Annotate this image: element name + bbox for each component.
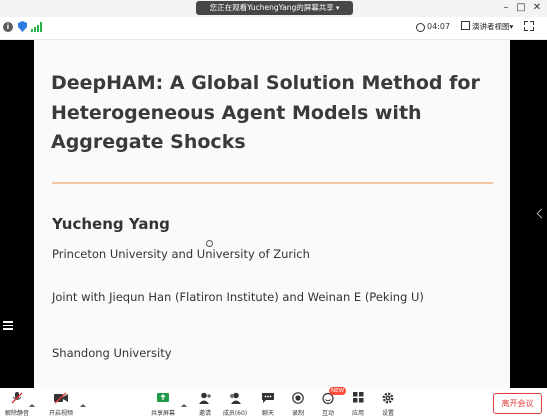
members-icon: [230, 392, 241, 404]
gear-icon: [382, 392, 394, 404]
start-video-label: 开启视频: [48, 410, 73, 417]
unmute-button[interactable]: 解除静音: [4, 390, 30, 418]
share-screen-button[interactable]: 共享屏幕: [150, 390, 176, 418]
meeting-timer: 04:07: [427, 22, 451, 31]
meeting-toolbar: 解除静音 开启视频 共享屏幕 邀请 成员(60) 聊天 录制 NEW 互动 应用…: [0, 387, 547, 418]
clock-icon: [416, 23, 425, 32]
record-icon: [292, 392, 304, 404]
close-button[interactable]: ✕: [531, 2, 543, 14]
speaker-view-label: 演讲者视图: [472, 22, 510, 31]
fullscreen-icon[interactable]: [524, 21, 534, 31]
title-divider: [52, 182, 493, 184]
title-bar: 您正在观看YuchengYang的屏幕共享 ▾ – □ ✕: [0, 0, 547, 17]
mouse-cursor: [206, 240, 213, 247]
slide-author: Yucheng Yang: [52, 215, 170, 233]
video-off-icon: [54, 392, 68, 404]
screen-share-title-text: 您正在观看YuchengYang的屏幕共享: [209, 3, 334, 12]
shared-slide: DeepHAM: A Global Solution Method for He…: [34, 40, 510, 388]
maximize-button[interactable]: □: [515, 2, 527, 14]
unmute-label: 解除静音: [4, 410, 29, 417]
slide-affiliation: Princeton University and University of Z…: [52, 247, 310, 261]
chevron-down-icon: ▾: [509, 22, 514, 31]
leave-meeting-button[interactable]: 离开会议: [493, 393, 542, 414]
start-video-button[interactable]: 开启视频: [48, 390, 74, 418]
speaker-view-button[interactable]: 演讲者视图▾: [461, 21, 513, 33]
share-screen-label: 共享屏幕: [150, 410, 175, 417]
info-icon[interactable]: i: [3, 22, 13, 32]
minimize-button[interactable]: –: [500, 2, 512, 14]
left-margin: [0, 40, 34, 388]
screen-share-title[interactable]: 您正在观看YuchengYang的屏幕共享 ▾: [196, 1, 353, 15]
slide-venue: Shandong University: [52, 346, 172, 360]
new-badge: NEW: [329, 387, 347, 395]
meeting-top-bar: i 04:07 演讲者视图▾: [0, 17, 547, 40]
chat-icon: [262, 393, 274, 403]
settings-label: 设置: [381, 410, 394, 417]
apps-grid-icon: [353, 392, 364, 403]
chevron-up-icon[interactable]: [181, 404, 187, 407]
grid-icon: [461, 21, 470, 30]
chevron-down-icon[interactable]: ▾: [336, 4, 340, 12]
list-icon[interactable]: [3, 320, 13, 330]
slide-coauthors: Joint with Jiequn Han (Flatiron Institut…: [52, 290, 424, 304]
chevron-up-icon[interactable]: [29, 404, 35, 407]
slide-title: DeepHAM: A Global Solution Method for He…: [51, 72, 480, 153]
members-button[interactable]: 成员(60): [222, 390, 248, 418]
shield-icon[interactable]: [18, 21, 27, 32]
chevron-up-icon[interactable]: [80, 404, 86, 407]
muted-microphone-icon: [11, 392, 23, 404]
signal-icon[interactable]: [31, 22, 42, 32]
share-screen-icon: [157, 393, 169, 402]
settings-button[interactable]: 设置: [375, 390, 401, 418]
add-user-icon: [199, 392, 211, 404]
